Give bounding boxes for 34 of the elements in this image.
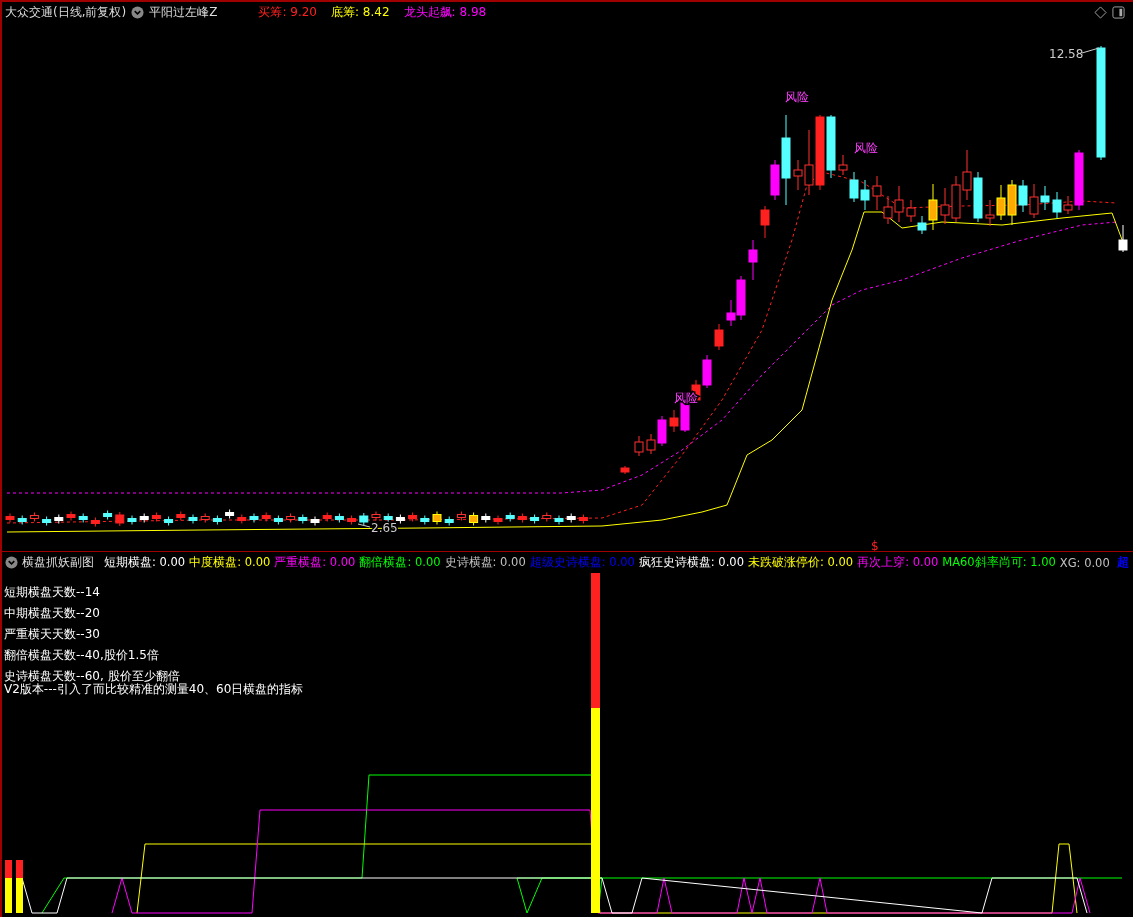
indicator-value: 超 [1117, 554, 1129, 571]
indicator-name[interactable]: 横盘抓妖副图 [22, 555, 94, 570]
panel-toggle-icon[interactable] [1112, 5, 1125, 19]
indicator-value: 再次上穿: 0.00 [857, 555, 939, 570]
indicator-value: 未跌破涨停价: 0.00 [748, 555, 854, 570]
signal-mark: $ [871, 539, 879, 551]
note-text: 翻倍横盘天数--40,股价1.5倍 [4, 647, 160, 664]
indicator-value: 龙头起飙: 8.98 [403, 3, 487, 21]
diamond-icon[interactable] [1094, 5, 1107, 19]
indicator-value: 翻倍横盘: 0.00 [359, 555, 441, 570]
indicator-value: XG: 0.00 [1059, 555, 1110, 570]
indicator-value: 史诗横盘: 0.00 [444, 555, 526, 570]
risk-marker: 风险 [854, 141, 878, 155]
leader-line [1081, 47, 1100, 54]
indicator-value: 底筹: 8.42 [331, 3, 390, 21]
indicator-value: MA60斜率尚可: 1.00 [942, 555, 1056, 570]
note-text: 严重横天天数--30 [4, 626, 101, 643]
indicator-value: 疯狂史诗横盘: 0.00 [638, 555, 744, 570]
price-label: 12.58 [1049, 47, 1084, 61]
stock-title: 大众交通(日线,前复权) [5, 3, 127, 21]
indicator-value: 中度横盘: 0.00 [189, 555, 271, 570]
note-text: 中期横盘天数--20 [4, 605, 101, 622]
note-text: V2版本---引入了而比较精准的测量40、60日横盘的指标 [4, 681, 304, 698]
note-text: 短期横盘天数--14 [4, 584, 101, 601]
indicator-value: 买筹: 9.20 [258, 3, 317, 21]
indicator-value: 严重横盘: 0.00 [274, 555, 356, 570]
indicator-name[interactable]: 平阳过左峰Z [149, 3, 218, 21]
risk-marker: 风险 [785, 90, 809, 104]
leader-line [357, 523, 371, 528]
chevron-circle-icon[interactable] [5, 556, 18, 569]
indicator-value: 超级史诗横盘: 0.00 [529, 555, 635, 570]
chevron-circle-icon[interactable] [131, 5, 145, 19]
indicator-value: 短期横盘: 0.00 [104, 555, 186, 570]
note-text: 史诗横盘天数--60, 股价至少翻倍 [4, 668, 181, 683]
